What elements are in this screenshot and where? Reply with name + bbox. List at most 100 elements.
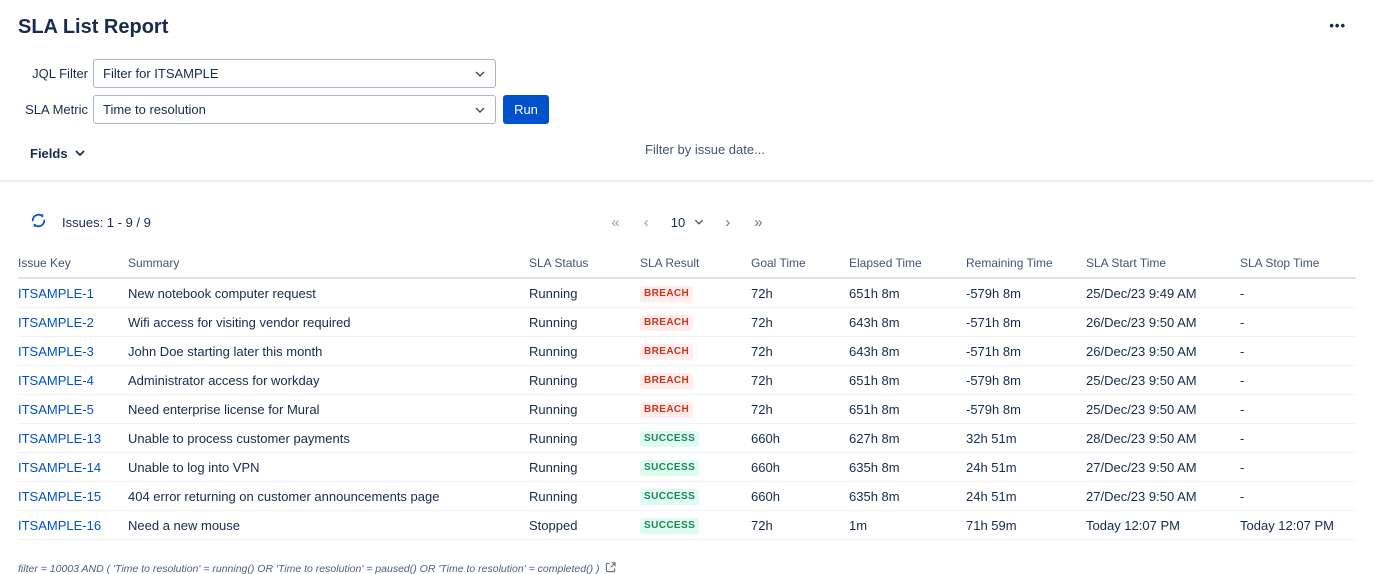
page-header: SLA List Report ••• (0, 0, 1374, 39)
fields-dropdown-button[interactable]: Fields (30, 146, 85, 161)
issue-key-link[interactable]: ITSAMPLE-14 (18, 460, 101, 475)
remaining-cell: 32h 51m (966, 424, 1086, 453)
issue-key-link[interactable]: ITSAMPLE-3 (18, 344, 94, 359)
results-toolbar: Issues: 1 - 9 / 9 « ‹ 10 › » (0, 208, 1374, 236)
issue-key-cell: ITSAMPLE-14 (18, 453, 128, 482)
issue-key-cell: ITSAMPLE-3 (18, 337, 128, 366)
next-page-button[interactable]: › (713, 212, 742, 233)
stop-cell: - (1240, 308, 1356, 337)
status-cell: Running (529, 424, 640, 453)
sla-result-cell: SUCCESS (640, 424, 751, 453)
start-cell: 25/Dec/23 9:50 AM (1086, 366, 1240, 395)
stop-cell: - (1240, 366, 1356, 395)
start-cell: 27/Dec/23 9:50 AM (1086, 453, 1240, 482)
table-row: ITSAMPLE-1New notebook computer requestR… (18, 278, 1356, 308)
goal-cell: 72h (751, 337, 849, 366)
elapsed-cell: 651h 8m (849, 366, 966, 395)
jql-filter-select[interactable]: Filter for ITSAMPLE (93, 59, 496, 88)
chevron-down-icon (475, 107, 485, 113)
goal-cell: 72h (751, 278, 849, 308)
issue-key-link[interactable]: ITSAMPLE-13 (18, 431, 101, 446)
stop-cell: - (1240, 395, 1356, 424)
section-divider (0, 180, 1374, 182)
table-header-row: Issue KeySummarySLA StatusSLA ResultGoal… (18, 249, 1356, 278)
status-cell: Running (529, 453, 640, 482)
issue-key-cell: ITSAMPLE-15 (18, 482, 128, 511)
goal-cell: 660h (751, 453, 849, 482)
page-title: SLA List Report (18, 16, 168, 39)
start-cell: 25/Dec/23 9:49 AM (1086, 278, 1240, 308)
issue-key-cell: ITSAMPLE-16 (18, 511, 128, 540)
elapsed-cell: 651h 8m (849, 278, 966, 308)
first-page-button[interactable]: « (599, 212, 631, 233)
elapsed-cell: 643h 8m (849, 308, 966, 337)
issue-key-link[interactable]: ITSAMPLE-15 (18, 489, 101, 504)
column-header-goal-time: Goal Time (751, 249, 849, 278)
start-cell: Today 12:07 PM (1086, 511, 1240, 540)
sla-metric-label: SLA Metric (18, 102, 88, 117)
table-row: ITSAMPLE-15 404 error returning on custom… (18, 482, 1356, 511)
issue-key-link[interactable]: ITSAMPLE-16 (18, 518, 101, 533)
table-row: ITSAMPLE-14 Unable to log into VPNRunning… (18, 453, 1356, 482)
sla-result-badge: BREACH (640, 402, 693, 418)
elapsed-cell: 643h 8m (849, 337, 966, 366)
column-header-elapsed-time: Elapsed Time (849, 249, 966, 278)
summary-cell: Need a new mouse (128, 511, 529, 540)
remaining-cell: -579h 8m (966, 366, 1086, 395)
issue-key-link[interactable]: ITSAMPLE-5 (18, 402, 94, 417)
sla-result-cell: BREACH (640, 366, 751, 395)
refresh-button[interactable] (28, 210, 49, 234)
remaining-cell: 24h 51m (966, 453, 1086, 482)
start-cell: 26/Dec/23 9:50 AM (1086, 337, 1240, 366)
issue-key-link[interactable]: ITSAMPLE-1 (18, 286, 94, 301)
stop-cell: - (1240, 424, 1356, 453)
remaining-cell: -571h 8m (966, 337, 1086, 366)
start-cell: 28/Dec/23 9:50 AM (1086, 424, 1240, 453)
summary-cell: 404 error returning on customer announce… (128, 482, 529, 511)
jql-filter-value: Filter for ITSAMPLE (103, 66, 219, 81)
ellipsis-icon: ••• (1329, 18, 1346, 33)
table-row: ITSAMPLE-4 Administrator access for workd… (18, 366, 1356, 395)
summary-cell: Unable to process customer payments (128, 424, 529, 453)
open-in-issue-navigator-link[interactable] (605, 562, 616, 574)
filter-panel: JQL Filter Filter for ITSAMPLE SLA Metri… (0, 59, 1374, 164)
summary-cell: Need enterprise license for Mural (128, 395, 529, 424)
prev-page-button[interactable]: ‹ (632, 212, 661, 233)
last-page-button[interactable]: » (742, 212, 774, 233)
sla-result-badge: SUCCESS (640, 460, 699, 476)
issue-table-body: ITSAMPLE-1New notebook computer requestR… (18, 278, 1356, 540)
jql-query-footer: filter = 10003 AND ( 'Time to resolution… (18, 562, 1374, 574)
issue-date-filter-input[interactable] (645, 142, 905, 157)
issues-count: Issues: 1 - 9 / 9 (62, 215, 151, 230)
sla-result-badge: SUCCESS (640, 431, 699, 447)
issue-key-link[interactable]: ITSAMPLE-4 (18, 373, 94, 388)
more-menu-button[interactable]: ••• (1327, 16, 1348, 36)
summary-cell: Administrator access for workday (128, 366, 529, 395)
column-header-sla-start-time: SLA Start Time (1086, 249, 1240, 278)
issue-key-link[interactable]: ITSAMPLE-2 (18, 315, 94, 330)
jql-filter-row: JQL Filter Filter for ITSAMPLE (0, 59, 1374, 88)
stop-cell: - (1240, 453, 1356, 482)
table-row: ITSAMPLE-5 Need enterprise license for Mu… (18, 395, 1356, 424)
run-button[interactable]: Run (503, 95, 549, 124)
sla-metric-select[interactable]: Time to resolution (93, 95, 496, 124)
page-size-select[interactable]: 10 (661, 213, 713, 232)
chevron-down-icon (694, 219, 703, 225)
stop-cell: - (1240, 278, 1356, 308)
summary-cell: Unable to log into VPN (128, 453, 529, 482)
goal-cell: 72h (751, 511, 849, 540)
sla-result-badge: SUCCESS (640, 518, 699, 534)
issue-key-cell: ITSAMPLE-1 (18, 278, 128, 308)
sla-result-cell: SUCCESS (640, 453, 751, 482)
elapsed-cell: 635h 8m (849, 482, 966, 511)
table-row: ITSAMPLE-13 Unable to process customer pa… (18, 424, 1356, 453)
sla-list-report-page: SLA List Report ••• JQL Filter Filter fo… (0, 0, 1374, 574)
remaining-cell: 24h 51m (966, 482, 1086, 511)
goal-cell: 72h (751, 308, 849, 337)
pagination: « ‹ 10 › » (599, 212, 774, 233)
table-row: ITSAMPLE-2Wifi access for visiting vendo… (18, 308, 1356, 337)
sla-result-cell: BREACH (640, 337, 751, 366)
stop-cell: - (1240, 482, 1356, 511)
refresh-icon (30, 212, 47, 232)
sla-result-badge: BREACH (640, 286, 693, 302)
